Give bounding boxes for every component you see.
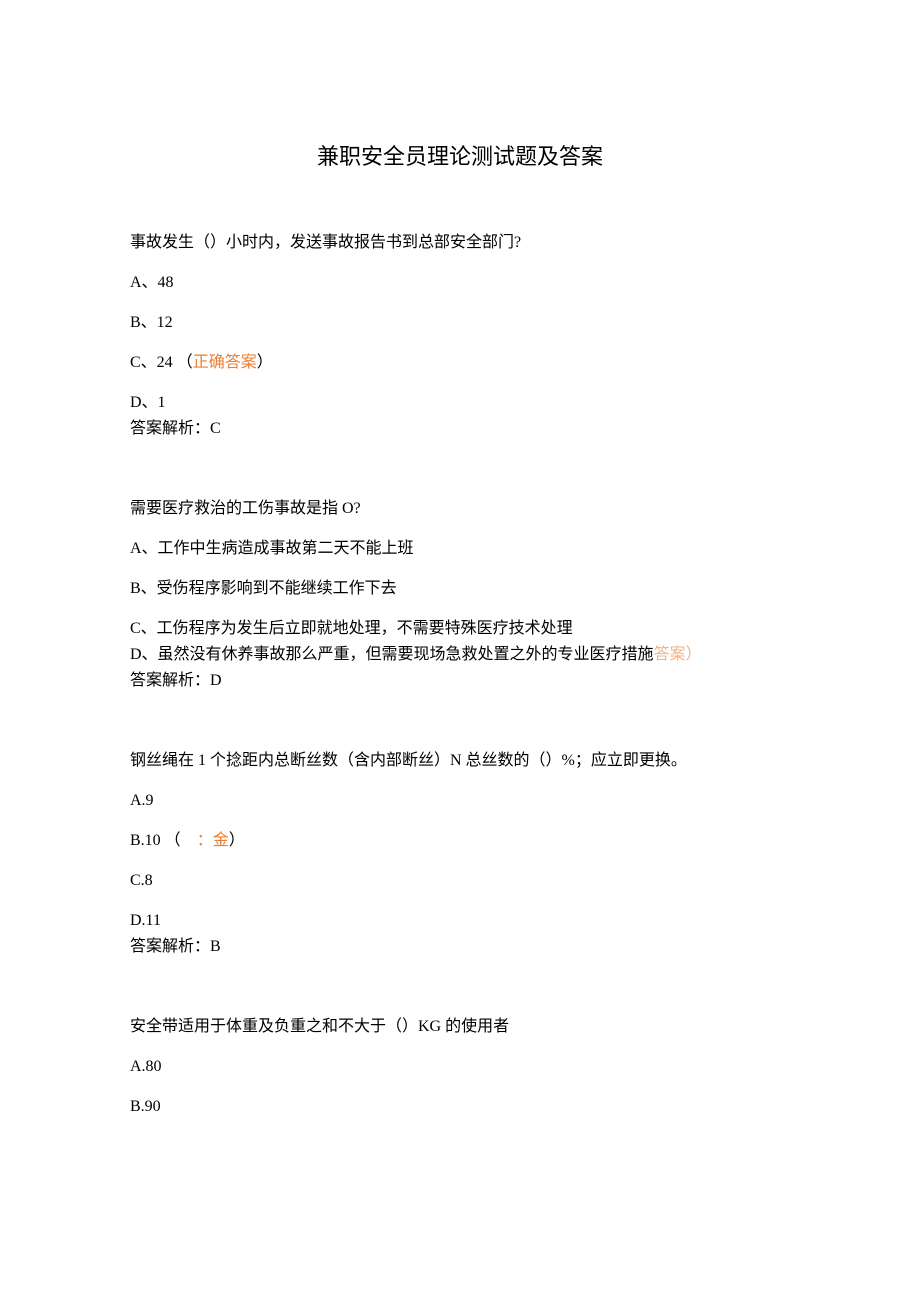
document-title: 兼职安全员理论测试题及答案 bbox=[130, 140, 790, 173]
q4-option-a: A.80 bbox=[130, 1055, 790, 1079]
q1-c-answer-label: 正确答案 bbox=[193, 354, 257, 371]
q1-text: 事故发生（）小时内，发送事故报告书到总部安全部门? bbox=[130, 231, 790, 255]
q3-b-paren-open: （ bbox=[165, 832, 181, 849]
q1-option-b: B、12 bbox=[130, 311, 790, 335]
q3-b-mid: ：金 bbox=[197, 832, 229, 849]
question-2: 需要医疗救治的工伤事故是指 O? A、工作中生病造成事故第二天不能上班 B、受伤… bbox=[130, 497, 790, 693]
q1-explain: 答案解析：C bbox=[130, 417, 790, 441]
q3-explain: 答案解析：B bbox=[130, 935, 790, 959]
q3-b-paren-close: ） bbox=[229, 832, 245, 849]
question-4: 安全带适用于体重及负重之和不大于（）KG 的使用者 A.80 B.90 bbox=[130, 1015, 790, 1119]
q3-text: 钢丝绳在 1 个捻距内总断丝数（含内部断丝）N 总丝数的（）%；应立即更换。 bbox=[130, 749, 790, 773]
q2-option-d: D、虽然没有休养事故那么严重，但需要现场急救处置之外的专业医疗措施答案） bbox=[130, 643, 790, 667]
q4-option-b: B.90 bbox=[130, 1095, 790, 1119]
q1-option-a: A、48 bbox=[130, 271, 790, 295]
q3-b-prefix: B.10 bbox=[130, 832, 161, 849]
q4-text: 安全带适用于体重及负重之和不大于（）KG 的使用者 bbox=[130, 1015, 790, 1039]
question-1: 事故发生（）小时内，发送事故报告书到总部安全部门? A、48 B、12 C、24… bbox=[130, 231, 790, 441]
q2-d-answer-label: 答案） bbox=[654, 646, 702, 663]
q3-option-b: B.10 （ ：金） bbox=[130, 829, 790, 853]
q2-option-a: A、工作中生病造成事故第二天不能上班 bbox=[130, 537, 790, 561]
question-3: 钢丝绳在 1 个捻距内总断丝数（含内部断丝）N 总丝数的（）%；应立即更换。 A… bbox=[130, 749, 790, 959]
q3-option-a: A.9 bbox=[130, 789, 790, 813]
q2-d-main: D、虽然没有休养事故那么严重，但需要现场急救处置之外的专业医疗措施 bbox=[130, 646, 654, 663]
q3-option-d: D.11 bbox=[130, 909, 790, 933]
q1-c-prefix: C、24 bbox=[130, 354, 173, 371]
q2-explain: 答案解析：D bbox=[130, 669, 790, 693]
q1-c-paren-open: （ bbox=[177, 354, 193, 371]
q2-option-c: C、工伤程序为发生后立即就地处理，不需要特殊医疗技术处理 bbox=[130, 617, 790, 641]
q1-option-d: D、1 bbox=[130, 391, 790, 415]
q2-option-b: B、受伤程序影响到不能继续工作下去 bbox=[130, 577, 790, 601]
page: 兼职安全员理论测试题及答案 事故发生（）小时内，发送事故报告书到总部安全部门? … bbox=[0, 0, 920, 1275]
q2-text: 需要医疗救治的工伤事故是指 O? bbox=[130, 497, 790, 521]
q3-option-c: C.8 bbox=[130, 869, 790, 893]
q1-c-paren-close: ） bbox=[257, 354, 273, 371]
q1-option-c: C、24 （正确答案） bbox=[130, 351, 790, 375]
